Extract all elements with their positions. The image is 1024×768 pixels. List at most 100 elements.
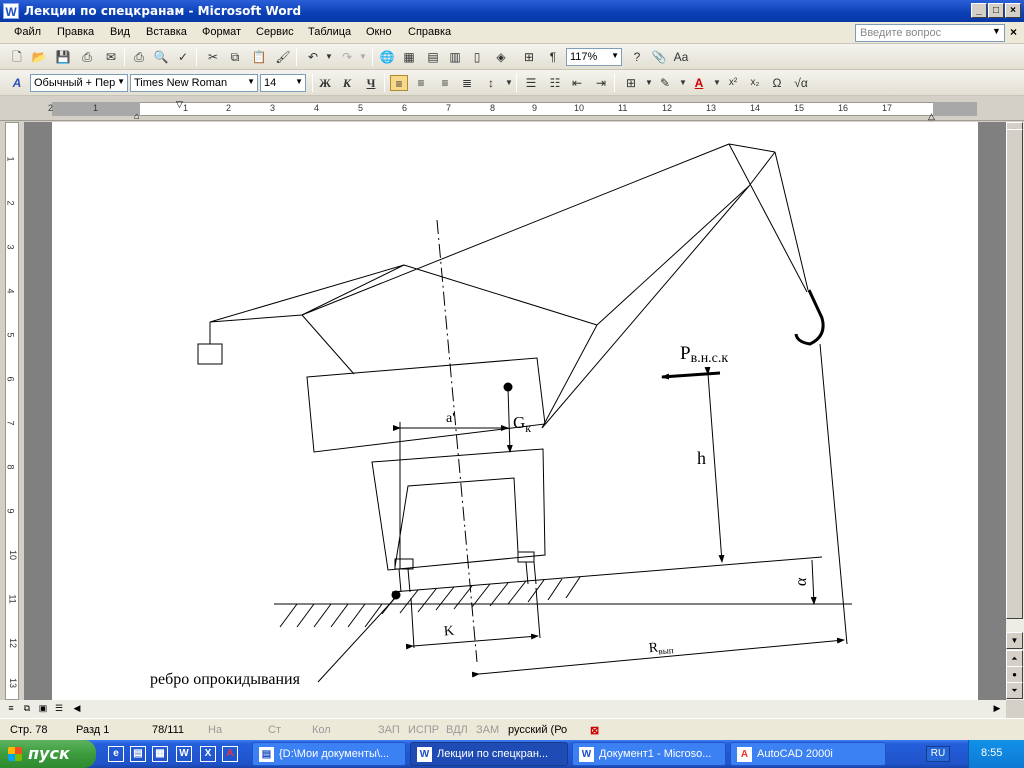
task-word-document1[interactable]: W Документ1 - Microso...	[572, 742, 726, 766]
attach-icon[interactable]: 📎	[650, 49, 668, 65]
start-button[interactable]: пуск	[0, 740, 96, 768]
print-icon[interactable]: ⎙	[130, 49, 148, 65]
status-ovr[interactable]: ЗАМ	[476, 724, 499, 736]
tables-borders-icon[interactable]: ▦	[400, 49, 418, 65]
menu-view[interactable]: Вид	[110, 26, 130, 38]
menu-format[interactable]: Формат	[202, 26, 241, 38]
status-rec[interactable]: ЗАП	[378, 724, 400, 736]
spelling-icon[interactable]: ✓	[174, 49, 192, 65]
status-trk[interactable]: ИСПР	[408, 724, 439, 736]
word-quicklaunch-icon[interactable]: W	[176, 746, 192, 762]
left-indent-marker[interactable]: ⌂	[134, 111, 139, 121]
scroll-left-icon[interactable]: ◀	[70, 702, 84, 715]
font-color-icon[interactable]: A	[690, 75, 708, 91]
spelling-status-icon[interactable]: ⊠	[590, 724, 599, 737]
menu-help[interactable]: Справка	[408, 26, 451, 38]
word-app-icon[interactable]: W	[3, 3, 19, 19]
scroll-down-icon[interactable]: ▼	[1006, 632, 1023, 649]
save-icon[interactable]: 💾	[54, 49, 72, 65]
task-autocad[interactable]: A AutoCAD 2000i	[730, 742, 886, 766]
normal-view-icon[interactable]: ≡	[4, 702, 18, 715]
justify-icon[interactable]: ≣	[458, 75, 476, 91]
vertical-ruler[interactable]: 1 2 3 4 5 6 7 8 9 10 11 12 13	[0, 122, 24, 700]
menu-file[interactable]: Файл	[14, 26, 41, 38]
show-hide-icon[interactable]: ¶	[544, 49, 562, 65]
bullets-icon[interactable]: ☷	[546, 75, 564, 91]
close-button[interactable]: ×	[1005, 3, 1021, 18]
task-explorer[interactable]: ▤ {D:\Мои документы\...	[252, 742, 406, 766]
menu-table[interactable]: Таблица	[308, 26, 351, 38]
outline-view-icon[interactable]: ☰	[52, 702, 66, 715]
clock[interactable]: 8:55	[981, 747, 1002, 759]
menu-window[interactable]: Окно	[366, 26, 392, 38]
line-spacing-icon[interactable]: ↕	[482, 75, 500, 91]
subscript-icon[interactable]: x₂	[746, 75, 764, 91]
help-icon[interactable]: ?	[628, 49, 646, 65]
status-ext[interactable]: ВДЛ	[446, 724, 468, 736]
borders-icon[interactable]: ⊞	[622, 75, 640, 91]
close-document-button[interactable]: ×	[1010, 25, 1017, 39]
superscript-icon[interactable]: x²	[724, 75, 742, 91]
right-indent-marker[interactable]: △	[928, 111, 935, 122]
horizontal-scrollbar[interactable]	[0, 700, 1006, 718]
minimize-button[interactable]: _	[971, 3, 987, 18]
insert-table-icon[interactable]: ▤	[424, 49, 442, 65]
print-preview-icon[interactable]: 🔍	[152, 49, 170, 65]
maximize-button[interactable]: □	[988, 3, 1004, 18]
web-view-icon[interactable]: ⧉	[20, 702, 34, 715]
quicklaunch-app-icon[interactable]: ▤	[130, 746, 146, 762]
font-size-icon[interactable]: Aa	[672, 49, 690, 65]
underline-button[interactable]: Ч	[362, 75, 380, 91]
scroll-right-icon[interactable]: ▶	[990, 702, 1004, 715]
chevron-down-icon[interactable]: ▼	[320, 49, 338, 65]
drawing-icon[interactable]: ◈	[492, 49, 510, 65]
email-icon[interactable]: ✉	[102, 49, 120, 65]
numbering-icon[interactable]: ☰	[522, 75, 540, 91]
first-line-indent-marker[interactable]: ▽	[176, 99, 183, 110]
format-painter-icon[interactable]: 🖌	[274, 49, 292, 65]
align-left-icon[interactable]: ≡	[390, 75, 408, 91]
styles-formatting-icon[interactable]: A	[8, 75, 26, 91]
autocad-quicklaunch-icon[interactable]: A	[222, 746, 238, 762]
insert-excel-icon[interactable]: ▥	[446, 49, 464, 65]
horizontal-ruler[interactable]: 2 1 1 2 3 4 5 6 7 8 9 10 11 12 13 14 15 …	[0, 97, 1024, 121]
permission-icon[interactable]: ⎙	[78, 49, 96, 65]
style-select[interactable]: Обычный + Пер ▼	[30, 74, 128, 92]
scroll-thumb[interactable]	[1006, 129, 1023, 619]
document-map-icon[interactable]: ⊞	[520, 49, 538, 65]
menu-insert[interactable]: Вставка	[146, 26, 187, 38]
open-folder-icon[interactable]: 📂	[30, 49, 48, 65]
paste-icon[interactable]: 📋	[250, 49, 268, 65]
task-word-lectures[interactable]: W Лекции по спецкран...	[410, 742, 568, 766]
align-right-icon[interactable]: ≡	[436, 75, 454, 91]
browse-object-icon[interactable]: ●	[1006, 666, 1023, 683]
menu-edit[interactable]: Правка	[57, 26, 94, 38]
zoom-select[interactable]: 117% ▼	[566, 48, 622, 66]
ie-icon[interactable]: e	[108, 746, 124, 762]
highlight-icon[interactable]: ✎	[656, 75, 674, 91]
equation-icon[interactable]: √α	[792, 75, 810, 91]
italic-button[interactable]: К	[338, 75, 356, 91]
chevron-down-icon[interactable]: ▼	[992, 26, 1001, 36]
status-language[interactable]: русский (Ро	[508, 724, 567, 736]
font-select[interactable]: Times New Roman ▼	[130, 74, 258, 92]
font-size-select[interactable]: 14 ▼	[260, 74, 306, 92]
symbol-omega-icon[interactable]: Ω	[768, 75, 786, 91]
cut-icon[interactable]: ✂	[204, 49, 222, 65]
help-search-input[interactable]: Введите вопрос	[855, 24, 1005, 42]
copy-icon[interactable]: ⧉	[226, 49, 244, 65]
excel-quicklaunch-icon[interactable]: X	[200, 746, 216, 762]
new-document-icon[interactable]: 🗋	[8, 49, 26, 65]
align-center-icon[interactable]: ≡	[412, 75, 430, 91]
columns-icon[interactable]: ▯	[468, 49, 486, 65]
next-page-icon[interactable]: ⏷	[1006, 682, 1023, 699]
quicklaunch-folder-icon[interactable]: ▦	[152, 746, 168, 762]
language-indicator[interactable]: RU	[926, 746, 950, 762]
menu-tools[interactable]: Сервис	[256, 26, 294, 38]
hyperlink-icon[interactable]: 🌐	[378, 49, 396, 65]
chevron-down-icon[interactable]: ▼	[354, 49, 372, 65]
print-layout-icon[interactable]: ▣	[36, 702, 50, 715]
document-page[interactable]: Pв.н.с.к Gк a' h α K Rвып ребро опрокиды…	[52, 122, 978, 700]
previous-page-icon[interactable]: ⏶	[1006, 650, 1023, 667]
decrease-indent-icon[interactable]: ⇤	[568, 75, 586, 91]
